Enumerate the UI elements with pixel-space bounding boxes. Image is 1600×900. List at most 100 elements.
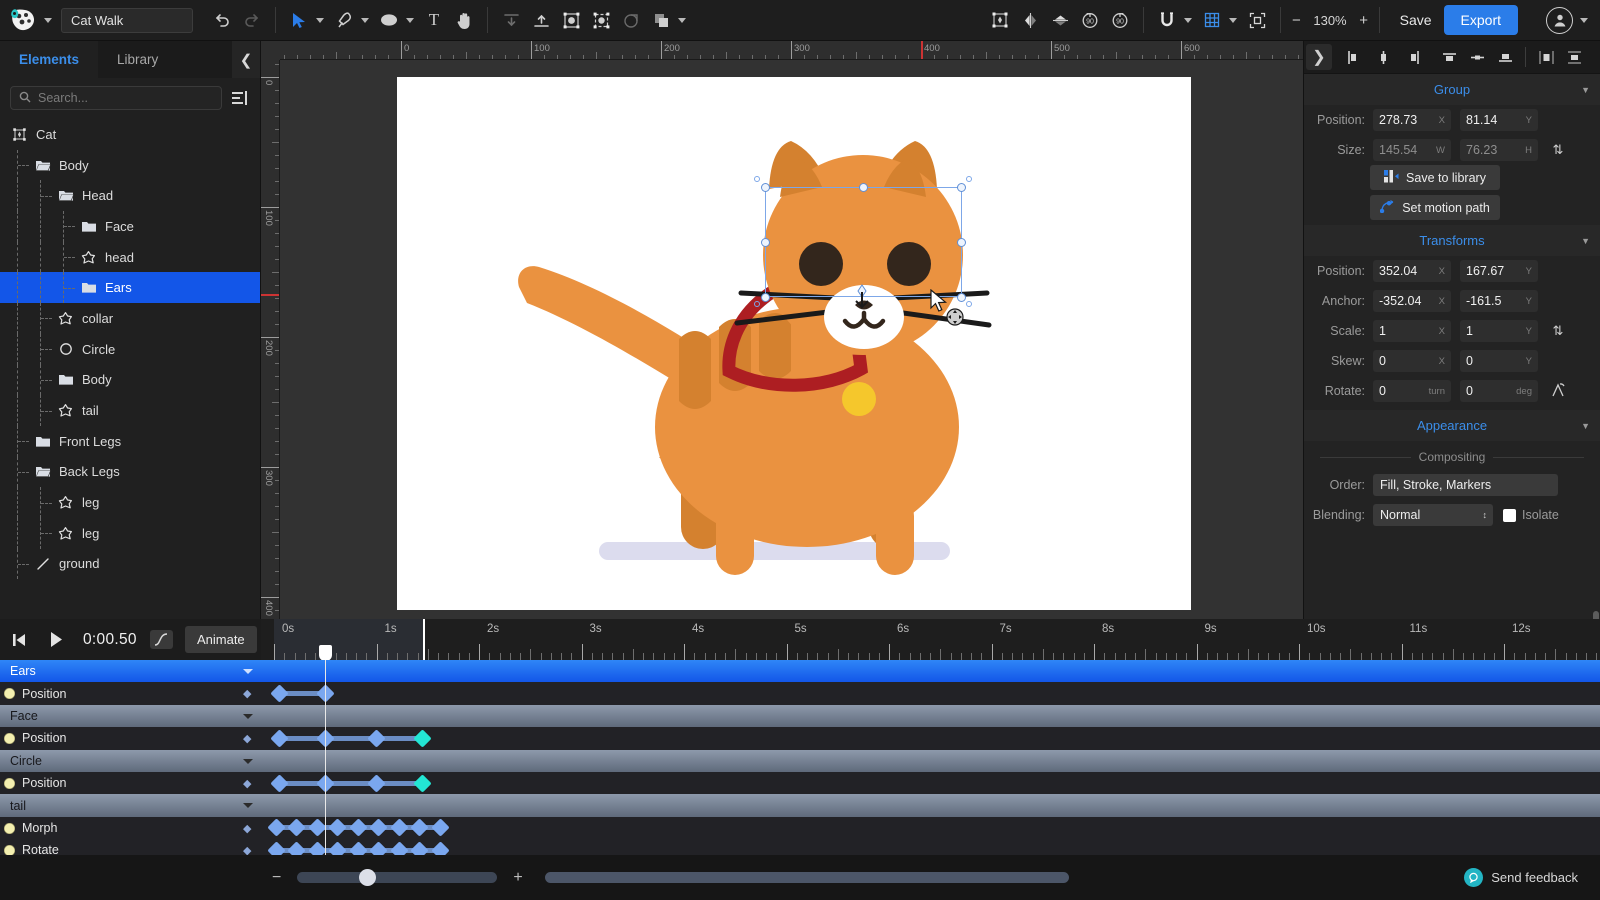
align-left-icon[interactable]	[1342, 44, 1368, 70]
transform-position-y-input[interactable]: 167.67 Y	[1460, 260, 1538, 282]
snap-group[interactable]	[1152, 5, 1197, 35]
transforms-section-header[interactable]: Transforms ▼	[1304, 225, 1600, 256]
rotation-handle-tr[interactable]	[966, 176, 972, 182]
hand-tool-icon[interactable]	[449, 5, 479, 35]
add-keyframe-icon[interactable]: ◆	[243, 822, 251, 835]
timeline-property-row-morph[interactable]: Morph ◆	[0, 816, 1600, 840]
ungroup-icon[interactable]	[586, 5, 616, 35]
isolate-checkbox[interactable]	[1503, 508, 1516, 522]
timeline-property-row-position[interactable]: Position ◆	[0, 682, 1600, 705]
transform-rotate-turn-input[interactable]: 0 turn	[1373, 380, 1451, 402]
timeline-property-row-position[interactable]: Position ◆	[0, 727, 1600, 750]
zoom-in-icon[interactable]: +	[1357, 12, 1371, 29]
keyframe-diamond[interactable]	[410, 818, 429, 838]
keyframe-diamond[interactable]	[269, 773, 289, 793]
select-tool-group[interactable]	[284, 5, 329, 35]
add-keyframe-icon[interactable]: ◆	[243, 732, 251, 745]
blending-select[interactable]: Normal ↕	[1373, 504, 1493, 526]
transform-position-x-input[interactable]: 352.04 X	[1373, 260, 1451, 282]
collapse-caret-icon[interactable]	[243, 669, 253, 674]
rotation-handle-br[interactable]	[966, 301, 972, 307]
timeline-zoom-out-icon[interactable]: −	[272, 869, 281, 887]
keyframe-diamond[interactable]	[348, 841, 368, 855]
timeline-zoom-slider[interactable]	[297, 869, 498, 886]
keyframe-diamond[interactable]	[307, 841, 327, 855]
timeline-group-track[interactable]	[261, 704, 1600, 728]
export-button[interactable]: Export	[1443, 5, 1518, 35]
group-position-y-input[interactable]: 81.14 Y	[1460, 109, 1538, 131]
keyframe-diamond[interactable]	[367, 773, 386, 793]
transform-skew-x-input[interactable]: 0 X	[1373, 350, 1451, 372]
text-tool-icon[interactable]: T	[419, 5, 449, 35]
flip-vertical-icon[interactable]	[1045, 5, 1075, 35]
keyframe-diamond[interactable]	[266, 841, 286, 855]
current-time-display[interactable]: 0:00.50	[83, 631, 137, 649]
rotate-direction-icon[interactable]	[1547, 382, 1569, 401]
layer-row-collar[interactable]: collar	[0, 303, 260, 334]
transform-rotate-deg-input[interactable]: 0 deg	[1460, 380, 1538, 402]
blending-stepper-icon[interactable]: ↕	[1483, 510, 1488, 520]
rotate-cw-90-icon[interactable]: 90	[1105, 5, 1135, 35]
keyframe-diamond[interactable]	[266, 818, 286, 838]
layer-row-ears[interactable]: Ears	[0, 272, 260, 304]
rotation-handle-bl[interactable]	[754, 301, 760, 307]
size-lock-ratio-icon[interactable]: ⇅	[1547, 142, 1569, 158]
shape-tool-icon[interactable]	[374, 5, 404, 35]
keyframe-diamond[interactable]	[269, 684, 289, 703]
pen-tool-icon[interactable]	[329, 5, 359, 35]
property-enable-icon[interactable]	[4, 777, 15, 789]
expand-right-panel-icon[interactable]: ❯	[1306, 44, 1332, 70]
send-feedback-button[interactable]: Send feedback	[1464, 868, 1578, 887]
collapse-caret-icon[interactable]	[243, 758, 253, 764]
timeline-group-track[interactable]	[261, 660, 1600, 683]
keyframe-diamond[interactable]	[367, 729, 386, 748]
account-caret[interactable]	[1580, 17, 1588, 23]
tab-library[interactable]: Library	[98, 41, 177, 78]
timeline-property-row-rotate[interactable]: Rotate ◆	[0, 839, 1600, 855]
keyframe-diamond[interactable]	[410, 841, 429, 855]
add-keyframe-icon[interactable]: ◆	[243, 777, 251, 790]
appearance-section-header[interactable]: Appearance ▼	[1304, 410, 1600, 441]
timeline-group-row-ears[interactable]: Ears	[0, 660, 1600, 683]
keyframe-track[interactable]	[261, 727, 1600, 749]
keyframe-diamond[interactable]	[413, 729, 432, 748]
easing-editor-icon[interactable]	[149, 630, 173, 649]
group-section-chevron-icon[interactable]: ▼	[1581, 85, 1590, 95]
layer-row-ground[interactable]: ground	[0, 548, 260, 580]
keyframe-diamond[interactable]	[369, 818, 388, 838]
keyframe-track[interactable]	[261, 772, 1600, 794]
boolean-tool-caret[interactable]	[678, 17, 686, 23]
layer-tree[interactable]: Cat Body Head Face head Ears collar Circle Body t…	[0, 119, 260, 580]
collapse-caret-icon[interactable]	[243, 803, 253, 809]
timeline-group-row-circle[interactable]: Circle	[0, 749, 1600, 772]
align-bottom-icon[interactable]	[1492, 44, 1518, 70]
shape-tool-caret[interactable]	[406, 17, 414, 23]
group-section-header[interactable]: Group ▼	[1304, 74, 1600, 105]
boolean-icon[interactable]	[646, 5, 676, 35]
logo-dropdown-caret[interactable]	[44, 17, 52, 23]
timeline-group-row-face[interactable]: Face	[0, 704, 1600, 728]
keyframe-diamond[interactable]	[287, 841, 306, 855]
add-keyframe-icon[interactable]: ◆	[243, 687, 251, 700]
add-keyframe-icon[interactable]: ◆	[243, 844, 251, 855]
align-right-icon[interactable]	[1398, 44, 1424, 70]
play-button-icon[interactable]	[37, 631, 75, 648]
selection-handle-mr[interactable]	[957, 238, 966, 247]
grid-icon[interactable]	[1197, 5, 1227, 35]
snap-caret[interactable]	[1184, 17, 1193, 23]
layer-row-circle[interactable]: Circle	[0, 333, 260, 365]
undo-icon[interactable]	[207, 5, 237, 35]
anchor-point-icon[interactable]	[985, 5, 1015, 35]
keyframe-track[interactable]	[261, 839, 1600, 855]
order-select[interactable]: Fill, Stroke, Markers	[1373, 474, 1558, 496]
appearance-section-chevron-icon[interactable]: ▼	[1581, 421, 1590, 431]
distribute-horizontal-icon[interactable]	[1533, 44, 1559, 70]
save-button[interactable]: Save	[1388, 6, 1444, 34]
layer-row-body[interactable]: Body	[0, 364, 260, 396]
group-icon[interactable]	[556, 5, 586, 35]
layer-row-front-legs[interactable]: Front Legs	[0, 425, 260, 457]
group-position-x-input[interactable]: 278.73 X	[1373, 109, 1451, 131]
property-enable-icon[interactable]	[4, 845, 15, 855]
keyframe-diamond[interactable]	[307, 818, 327, 838]
selection-handle-tl[interactable]	[761, 183, 770, 192]
